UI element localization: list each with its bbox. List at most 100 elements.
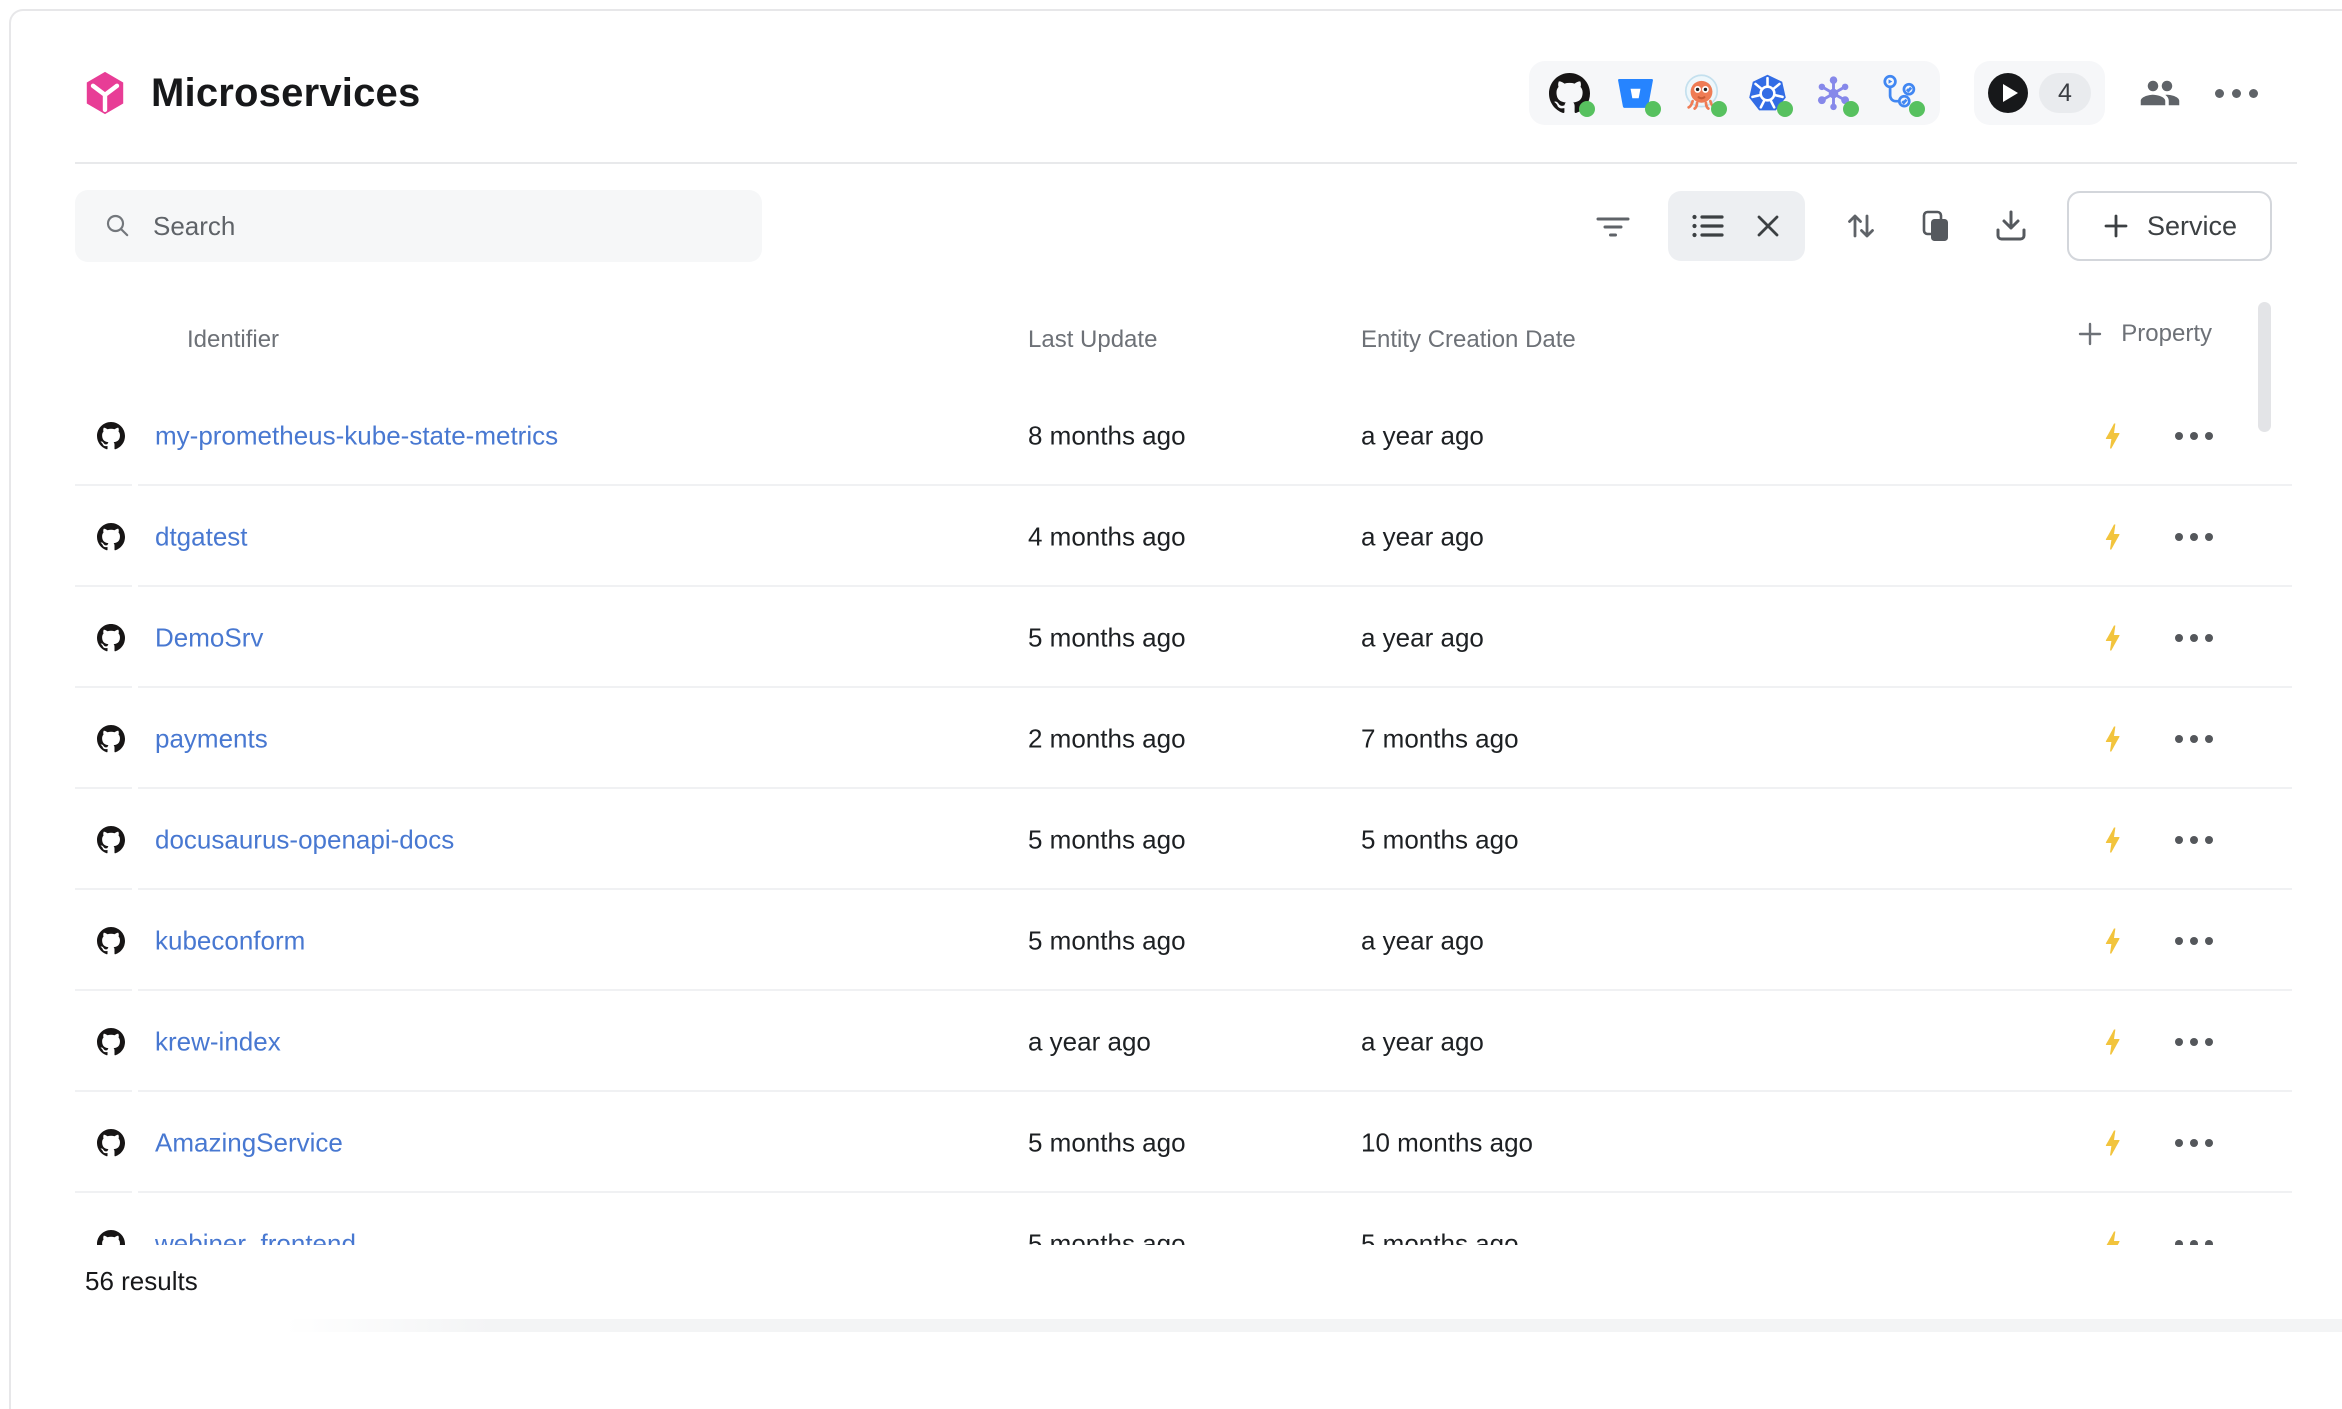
copy-icon — [1917, 207, 1955, 245]
creation-date-value: a year ago — [1361, 622, 1484, 653]
page-more-button[interactable] — [2215, 89, 2258, 98]
github-icon — [97, 624, 125, 652]
search-input[interactable] — [153, 211, 713, 242]
github-icon — [97, 826, 125, 854]
actions-lightning-button[interactable] — [2097, 421, 2127, 451]
last-update-value: 8 months ago — [1028, 420, 1186, 451]
runs-count-badge[interactable]: 4 — [2039, 73, 2091, 113]
column-header-last-update[interactable]: Last Update — [1028, 326, 1157, 354]
entity-identifier-link[interactable]: docusaurus-openapi-docs — [155, 824, 454, 855]
row-more-button[interactable] — [2175, 432, 2213, 440]
table-header: Identifier Last Update Entity Creation D… — [75, 300, 2292, 385]
lightning-icon — [2097, 421, 2127, 451]
results-count: 56 results — [85, 1266, 198, 1297]
add-service-button[interactable]: Service — [2067, 191, 2272, 261]
toolbar: Service — [75, 190, 2272, 262]
lightning-icon — [2097, 1027, 2127, 1057]
github-icon — [97, 523, 125, 551]
filter-icon — [1595, 208, 1631, 244]
integrations-status-group — [1529, 61, 1940, 125]
title-group: Microservices — [82, 70, 420, 116]
actions-lightning-button[interactable] — [2097, 623, 2127, 653]
table-row: AmazingService 5 months ago 10 months ag… — [75, 1092, 2292, 1193]
table-row: kubeconform 5 months ago a year ago — [75, 890, 2292, 991]
last-update-value: 2 months ago — [1028, 723, 1186, 754]
entity-identifier-link[interactable]: dtgatest — [155, 521, 248, 552]
entity-identifier-link[interactable]: webiner_frontend — [155, 1228, 356, 1245]
actions-lightning-button[interactable] — [2097, 1027, 2127, 1057]
run-play-button[interactable] — [1988, 73, 2028, 113]
header-divider — [75, 162, 2297, 164]
entity-identifier-link[interactable]: kubeconform — [155, 925, 305, 956]
row-more-button[interactable] — [2175, 1038, 2213, 1046]
argocd-integration-icon[interactable] — [1681, 73, 1722, 114]
actions-lightning-button[interactable] — [2097, 724, 2127, 754]
list-view-button[interactable] — [1690, 208, 1726, 244]
status-dot — [1843, 101, 1859, 117]
lightning-icon — [2097, 623, 2127, 653]
sort-button[interactable] — [1842, 207, 1880, 245]
row-more-button[interactable] — [2175, 735, 2213, 743]
actions-lightning-button[interactable] — [2097, 1128, 2127, 1158]
status-dot — [1711, 101, 1727, 117]
last-update-value: a year ago — [1028, 1026, 1151, 1057]
entities-table: Identifier Last Update Entity Creation D… — [75, 300, 2292, 1245]
header-actions: 4 — [1529, 61, 2258, 125]
add-property-button[interactable]: Property — [2076, 320, 2212, 348]
row-more-button[interactable] — [2175, 1240, 2213, 1246]
entity-identifier-link[interactable]: krew-index — [155, 1026, 281, 1057]
row-more-button[interactable] — [2175, 533, 2213, 541]
creation-date-value: 10 months ago — [1361, 1127, 1533, 1158]
vertical-scrollbar-thumb[interactable] — [2258, 302, 2271, 432]
table-row: my-prometheus-kube-state-metrics 8 month… — [75, 385, 2292, 486]
workflow-integration-icon[interactable] — [1879, 73, 1920, 114]
table-row: DemoSrv 5 months ago a year ago — [75, 587, 2292, 688]
creation-date-value: 7 months ago — [1361, 723, 1519, 754]
status-dot — [1909, 101, 1925, 117]
horizontal-scrollbar[interactable] — [285, 1319, 2342, 1332]
export-button[interactable] — [1992, 207, 2030, 245]
plus-icon — [2076, 320, 2104, 348]
entity-identifier-link[interactable]: my-prometheus-kube-state-metrics — [155, 420, 558, 451]
row-more-button[interactable] — [2175, 937, 2213, 945]
entity-identifier-link[interactable]: DemoSrv — [155, 622, 263, 653]
page-title: Microservices — [151, 71, 420, 116]
lightning-icon — [2097, 522, 2127, 552]
row-more-button[interactable] — [2175, 1139, 2213, 1147]
row-more-button[interactable] — [2175, 634, 2213, 642]
members-button[interactable] — [2139, 72, 2181, 114]
entity-identifier-link[interactable]: AmazingService — [155, 1127, 343, 1158]
plus-icon — [2102, 212, 2130, 240]
lightning-icon — [2097, 1229, 2127, 1246]
row-more-button[interactable] — [2175, 836, 2213, 844]
last-update-value: 5 months ago — [1028, 622, 1186, 653]
copy-button[interactable] — [1917, 207, 1955, 245]
github-icon — [97, 927, 125, 955]
clear-view-button[interactable] — [1753, 211, 1783, 241]
github-icon — [97, 1230, 125, 1246]
page-header: Microservices — [82, 60, 2258, 126]
creation-date-value: a year ago — [1361, 1026, 1484, 1057]
creation-date-value: a year ago — [1361, 521, 1484, 552]
last-update-value: 5 months ago — [1028, 1228, 1186, 1245]
cluster-graph-integration-icon[interactable] — [1813, 73, 1854, 114]
table-row: krew-index a year ago a year ago — [75, 991, 2292, 1092]
github-integration-icon[interactable] — [1549, 73, 1590, 114]
add-service-label: Service — [2147, 211, 2237, 242]
github-icon — [97, 725, 125, 753]
actions-lightning-button[interactable] — [2097, 522, 2127, 552]
entity-identifier-link[interactable]: payments — [155, 723, 268, 754]
actions-lightning-button[interactable] — [2097, 1229, 2127, 1246]
sort-icon — [1842, 207, 1880, 245]
github-icon — [97, 422, 125, 450]
bitbucket-integration-icon[interactable] — [1615, 73, 1656, 114]
kubernetes-integration-icon[interactable] — [1747, 73, 1788, 114]
actions-lightning-button[interactable] — [2097, 825, 2127, 855]
search-box[interactable] — [75, 190, 762, 262]
filter-button[interactable] — [1595, 208, 1631, 244]
actions-lightning-button[interactable] — [2097, 926, 2127, 956]
status-dot — [1645, 101, 1661, 117]
column-header-creation-date[interactable]: Entity Creation Date — [1361, 326, 1576, 354]
column-header-identifier[interactable]: Identifier — [187, 326, 279, 354]
add-property-label: Property — [2121, 320, 2212, 348]
